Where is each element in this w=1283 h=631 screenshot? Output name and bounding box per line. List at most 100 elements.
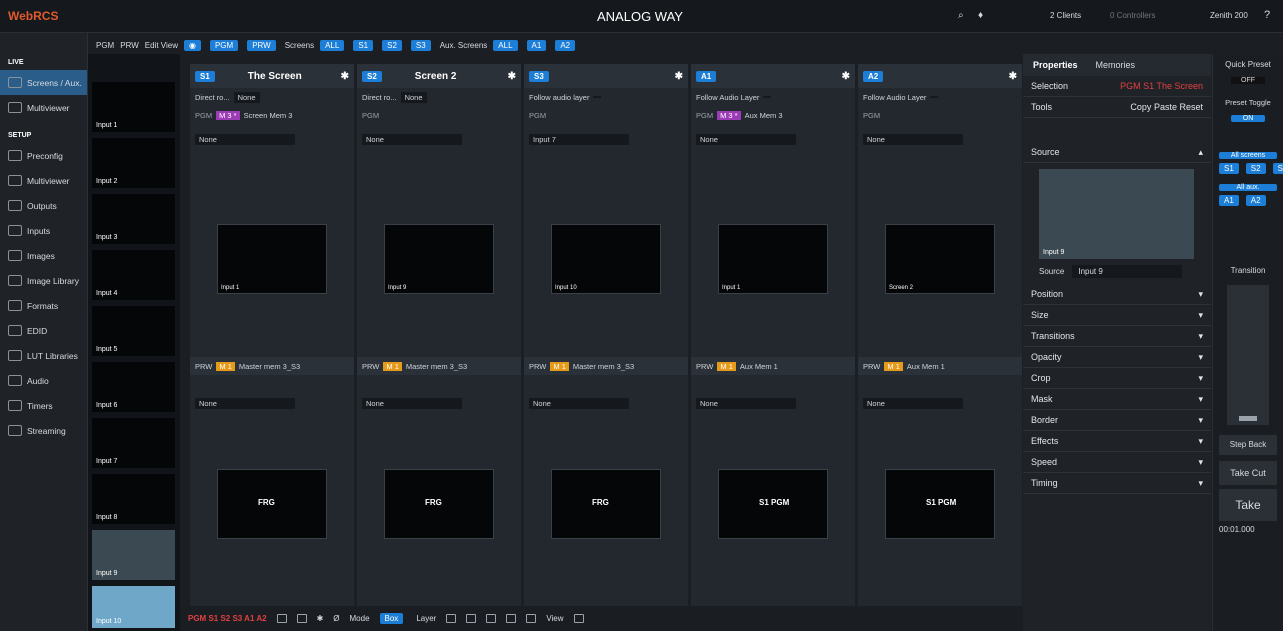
- sidebar-item-edid[interactable]: EDID: [0, 318, 87, 343]
- screen-tag[interactable]: S3: [529, 70, 549, 82]
- input-thumb-10[interactable]: Input 10: [92, 586, 175, 628]
- section-transitions[interactable]: Transitions ▾: [1023, 326, 1211, 347]
- s3-button[interactable]: S3: [410, 39, 431, 51]
- input-thumb-2[interactable]: Input 2: [92, 138, 175, 188]
- sidebar-item-preconfig[interactable]: Preconfig: [0, 143, 87, 168]
- qp-s3[interactable]: S3: [1272, 163, 1283, 174]
- pgm-button[interactable]: PGM: [209, 39, 239, 51]
- quick-preset-off[interactable]: OFF: [1231, 77, 1265, 84]
- prw-preview[interactable]: S1 PGM: [885, 469, 995, 539]
- mode-box[interactable]: Box: [379, 613, 404, 624]
- bell-icon[interactable]: ♦: [978, 10, 983, 21]
- input-thumb-1[interactable]: Input 1: [92, 82, 175, 132]
- prw-preview[interactable]: FRG: [551, 469, 661, 539]
- prw-memory-badge[interactable]: M 1: [550, 361, 569, 371]
- sidebar-item-multiviewer[interactable]: Multiviewer: [0, 168, 87, 193]
- layer-select[interactable]: Input 7: [529, 133, 629, 145]
- input-thumb-6[interactable]: Input 6: [92, 362, 175, 412]
- screen-tag[interactable]: A1: [696, 70, 717, 82]
- s1-button[interactable]: S1: [353, 39, 374, 51]
- sidebar-item-screens[interactable]: Screens / Aux.: [0, 70, 87, 95]
- a1-button[interactable]: A1: [526, 39, 547, 51]
- paste-icon[interactable]: [296, 614, 307, 623]
- section-border[interactable]: Border ▾: [1023, 410, 1211, 431]
- source-header[interactable]: Source ▴: [1023, 142, 1211, 163]
- controllers-label[interactable]: 0 Controllers: [1110, 11, 1155, 20]
- screens-all[interactable]: ALL: [320, 39, 345, 51]
- view-icon[interactable]: [573, 614, 584, 623]
- pgm-preview[interactable]: Input 9: [384, 224, 494, 294]
- pgm-preview[interactable]: Screen 2: [885, 224, 995, 294]
- copy-icon[interactable]: [276, 614, 287, 623]
- sidebar-item-outputs[interactable]: Outputs: [0, 193, 87, 218]
- freeze-icon[interactable]: ✱: [317, 614, 324, 623]
- memory-badge[interactable]: M 3 *: [216, 110, 240, 120]
- step-back-button[interactable]: Step Back: [1219, 435, 1277, 455]
- transition-fader[interactable]: [1227, 285, 1269, 425]
- freeze-icon[interactable]: ✱: [842, 71, 850, 82]
- prw-preview[interactable]: S1 PGM: [718, 469, 828, 539]
- take-cut-button[interactable]: Take Cut: [1219, 461, 1277, 485]
- distribute-icon[interactable]: [526, 614, 537, 623]
- clear-icon[interactable]: Ø: [333, 614, 339, 623]
- fit-icon[interactable]: [506, 614, 517, 623]
- preset-toggle-on[interactable]: ON: [1231, 115, 1265, 122]
- audio-select[interactable]: None: [233, 91, 260, 103]
- input-thumb-4[interactable]: Input 4: [92, 250, 175, 300]
- align-icon[interactable]: [466, 614, 477, 623]
- screen-tag[interactable]: S1: [195, 70, 215, 82]
- audio-select[interactable]: [930, 96, 939, 98]
- prw-memory-badge[interactable]: M 1: [383, 361, 402, 371]
- prw-layer-select[interactable]: None: [195, 397, 295, 409]
- copy-button[interactable]: Copy: [1130, 102, 1151, 112]
- source-select[interactable]: Input 9: [1072, 265, 1183, 278]
- device-label[interactable]: Zenith 200: [1210, 11, 1248, 20]
- prw-layer-select[interactable]: None: [863, 397, 963, 409]
- reset-button[interactable]: Reset: [1179, 102, 1203, 112]
- pgm-preview[interactable]: Input 1: [217, 224, 327, 294]
- sidebar-item-formats[interactable]: Formats: [0, 293, 87, 318]
- qp-a1[interactable]: A1: [1219, 195, 1239, 206]
- audio-select[interactable]: [763, 96, 772, 98]
- prw-memory-badge[interactable]: M 1: [216, 361, 235, 371]
- screen-tag[interactable]: S2: [362, 70, 382, 82]
- section-mask[interactable]: Mask ▾: [1023, 389, 1211, 410]
- freeze-icon[interactable]: ✱: [1009, 71, 1017, 82]
- sidebar-item-audio[interactable]: Audio: [0, 368, 87, 393]
- pgm-preview[interactable]: Input 1: [718, 224, 828, 294]
- layout-icon[interactable]: [446, 614, 457, 623]
- audio-select[interactable]: None: [400, 91, 427, 103]
- sidebar-item-timers[interactable]: Timers: [0, 393, 87, 418]
- search-icon[interactable]: ⌕: [958, 10, 964, 21]
- sidebar-item-images[interactable]: Images: [0, 243, 87, 268]
- mode-layer[interactable]: Layer: [416, 614, 436, 623]
- sidebar-item-multiviewer-live[interactable]: Multiviewer: [0, 95, 87, 120]
- prw-toggle[interactable]: PRW: [120, 41, 139, 50]
- section-effects[interactable]: Effects ▾: [1023, 431, 1211, 452]
- audio-select[interactable]: [593, 96, 602, 98]
- input-thumb-8[interactable]: Input 8: [92, 474, 175, 524]
- section-timing[interactable]: Timing ▾: [1023, 473, 1211, 494]
- prw-button[interactable]: PRW: [247, 39, 276, 51]
- prw-preview[interactable]: FRG: [217, 469, 327, 539]
- freeze-icon[interactable]: ✱: [508, 71, 516, 82]
- prw-layer-select[interactable]: None: [696, 397, 796, 409]
- sidebar-item-inputs[interactable]: Inputs: [0, 218, 87, 243]
- prw-layer-select[interactable]: None: [362, 397, 462, 409]
- prw-layer-select[interactable]: None: [529, 397, 629, 409]
- paste-button[interactable]: Paste: [1154, 102, 1177, 112]
- tab-memories[interactable]: Memories: [1096, 60, 1136, 70]
- help-icon[interactable]: ?: [1264, 9, 1270, 21]
- pgm-toggle[interactable]: PGM: [96, 41, 114, 50]
- layer-select[interactable]: None: [195, 133, 295, 145]
- prw-memory-badge[interactable]: M 1: [884, 361, 903, 371]
- section-position[interactable]: Position ▾: [1023, 284, 1211, 305]
- section-size[interactable]: Size ▾: [1023, 305, 1211, 326]
- memory-badge[interactable]: M 3 *: [717, 110, 741, 120]
- freeze-icon[interactable]: ✱: [341, 71, 349, 82]
- qp-s1[interactable]: S1: [1219, 163, 1239, 174]
- section-speed[interactable]: Speed ▾: [1023, 452, 1211, 473]
- input-thumb-5[interactable]: Input 5: [92, 306, 175, 356]
- prw-preview[interactable]: FRG: [384, 469, 494, 539]
- screen-tag[interactable]: A2: [863, 70, 884, 82]
